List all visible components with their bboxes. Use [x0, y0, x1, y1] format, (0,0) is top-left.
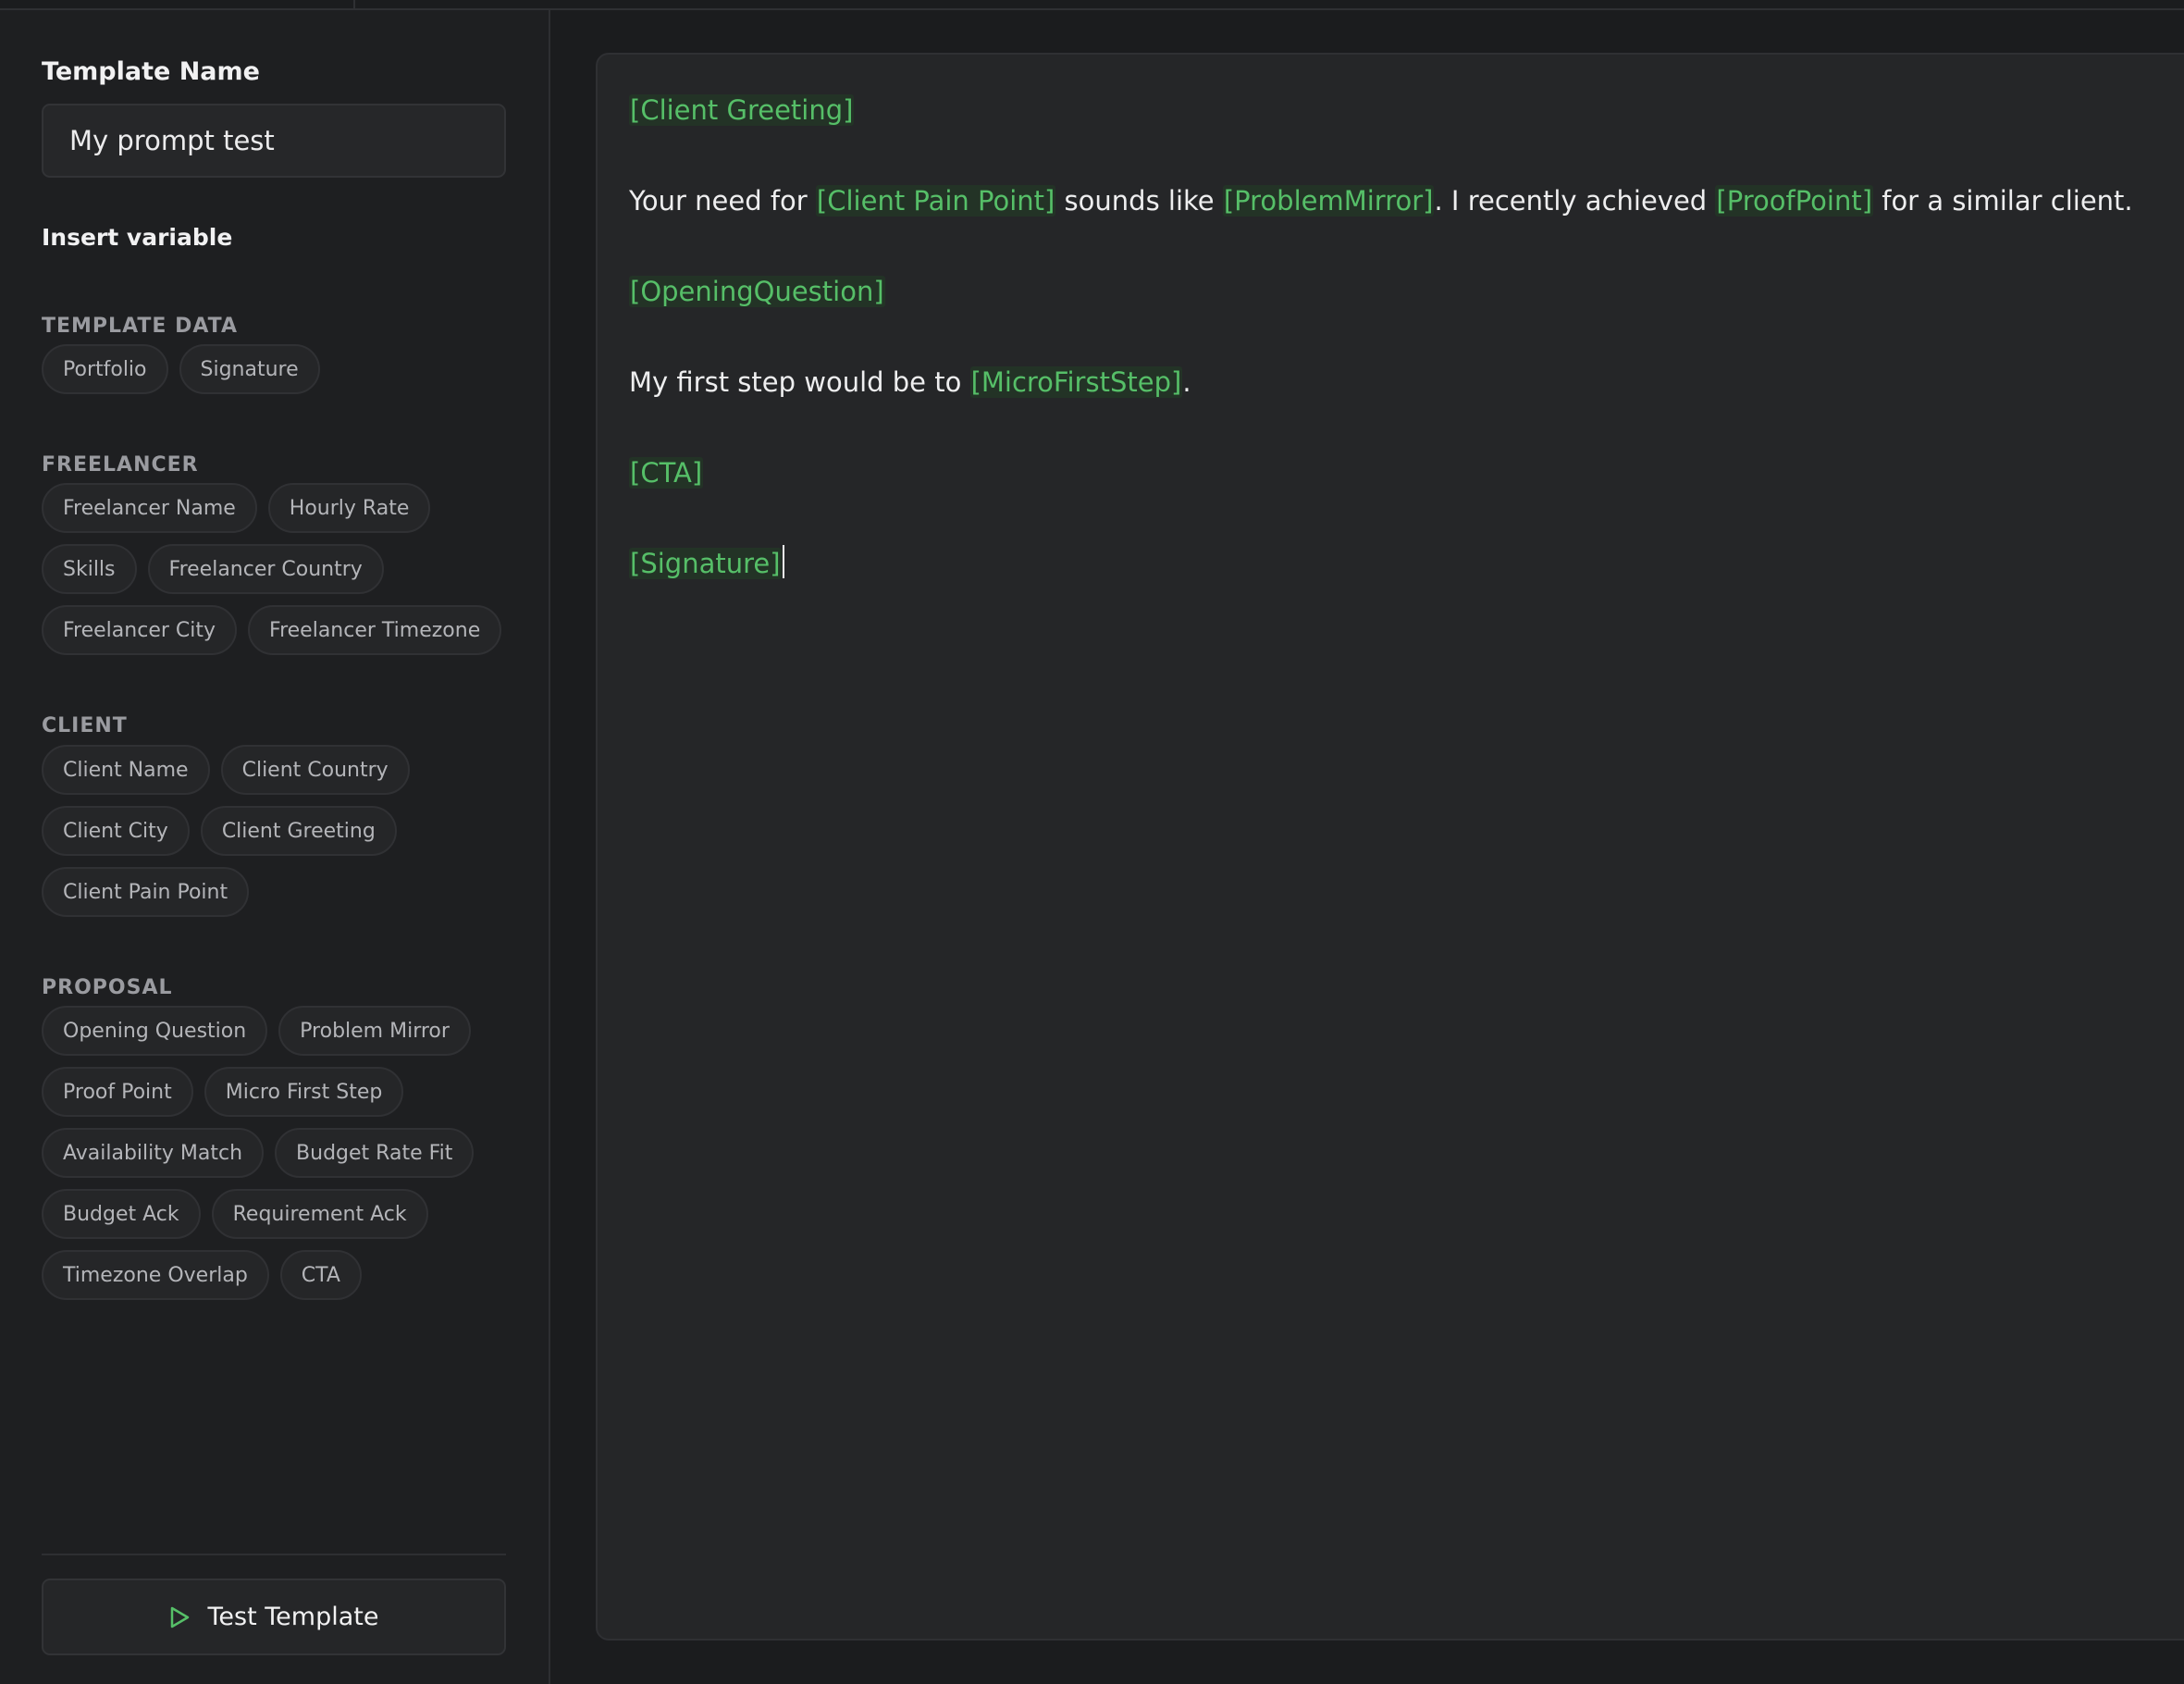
- group-title-freelancer: FREELANCER: [42, 453, 199, 477]
- variable-chip-signature[interactable]: Signature: [179, 344, 320, 394]
- chip-row: Opening Question Problem Mirror: [42, 1006, 471, 1056]
- variable-token: [Client Greeting]: [629, 94, 855, 126]
- editor-line[interactable]: [Client Greeting]: [629, 88, 2155, 132]
- top-bar: [0, 0, 2184, 10]
- variable-token: [ProofPoint]: [1715, 185, 1874, 217]
- variable-chip-skills[interactable]: Skills: [42, 544, 137, 594]
- variable-chip-client-country[interactable]: Client Country: [220, 745, 410, 795]
- play-icon: [169, 1606, 190, 1628]
- chip-row: Freelancer Name Hourly Rate: [42, 483, 431, 533]
- variable-chip-client-greeting[interactable]: Client Greeting: [200, 806, 397, 856]
- editor-text: Your need for: [629, 185, 816, 217]
- editor-line[interactable]: [Signature]: [629, 541, 2155, 586]
- variable-chip-client-pain-point[interactable]: Client Pain Point: [42, 867, 250, 917]
- test-template-label: Test Template: [207, 1603, 379, 1631]
- variable-chip-timezone-overlap[interactable]: Timezone Overlap: [42, 1250, 269, 1300]
- variable-chip-availability-match[interactable]: Availability Match: [42, 1128, 265, 1178]
- variable-chip-client-name[interactable]: Client Name: [42, 745, 210, 795]
- variable-chip-freelancer-timezone[interactable]: Freelancer Timezone: [248, 605, 502, 655]
- variable-token: [MicroFirstStep]: [969, 366, 1183, 398]
- chip-row: Client Pain Point: [42, 867, 250, 917]
- variable-token: [Signature]: [629, 548, 782, 579]
- editor-content[interactable]: [Client Greeting] Your need for [Client P…: [629, 88, 2155, 632]
- group-title-client: CLIENT: [42, 714, 128, 737]
- variable-chip-portfolio[interactable]: Portfolio: [42, 344, 168, 394]
- variable-chip-micro-first-step[interactable]: Micro First Step: [204, 1067, 404, 1117]
- variable-token: [Client Pain Point]: [815, 185, 1056, 217]
- chip-row: Budget Ack Requirement Ack: [42, 1189, 428, 1239]
- chip-row: Availability Match Budget Rate Fit: [42, 1128, 475, 1178]
- chip-row: Skills Freelancer Country: [42, 544, 384, 594]
- editor-line[interactable]: [CTA]: [629, 451, 2155, 495]
- variable-chip-freelancer-city[interactable]: Freelancer City: [42, 605, 238, 655]
- variable-chip-budget-ack[interactable]: Budget Ack: [42, 1189, 201, 1239]
- variable-chip-problem-mirror[interactable]: Problem Mirror: [278, 1006, 471, 1056]
- variable-chip-hourly-rate[interactable]: Hourly Rate: [267, 483, 431, 533]
- variable-chip-requirement-ack[interactable]: Requirement Ack: [211, 1189, 428, 1239]
- variable-token: [OpeningQuestion]: [629, 276, 885, 307]
- editor-line[interactable]: [OpeningQuestion]: [629, 269, 2155, 314]
- chip-row: Portfolio Signature: [42, 344, 320, 394]
- text-caret: [782, 545, 784, 578]
- variable-chip-client-city[interactable]: Client City: [42, 806, 190, 856]
- chip-row: Freelancer City Freelancer Timezone: [42, 605, 502, 655]
- variable-token: [ProblemMirror]: [1222, 185, 1435, 217]
- sidebar: Template Name Insert variable TEMPLATE D…: [0, 10, 550, 1684]
- template-name-input[interactable]: [42, 104, 506, 178]
- template-name-label: Template Name: [42, 57, 260, 86]
- template-editor[interactable]: [Client Greeting] Your need for [Client P…: [596, 53, 2184, 1641]
- chip-row: Client Name Client Country: [42, 745, 410, 795]
- chip-row: Proof Point Micro First Step: [42, 1067, 404, 1117]
- editor-text: . I recently achieved: [1434, 185, 1716, 217]
- editor-text: .: [1182, 366, 1191, 398]
- variable-chip-opening-question[interactable]: Opening Question: [42, 1006, 268, 1056]
- variable-chip-cta[interactable]: CTA: [279, 1250, 362, 1300]
- chip-row: Timezone Overlap CTA: [42, 1250, 362, 1300]
- insert-variable-label: Insert variable: [42, 224, 233, 251]
- editor-text: My first step would be to: [629, 366, 970, 398]
- variable-chip-freelancer-country[interactable]: Freelancer Country: [147, 544, 384, 594]
- variable-chip-freelancer-name[interactable]: Freelancer Name: [42, 483, 257, 533]
- variable-token: [CTA]: [629, 457, 704, 489]
- editor-line[interactable]: My first step would be to [MicroFirstSte…: [629, 360, 2155, 404]
- group-title-template-data: TEMPLATE DATA: [42, 315, 238, 338]
- editor-text: sounds like: [1055, 185, 1223, 217]
- group-title-proposal: PROPOSAL: [42, 976, 173, 999]
- sidebar-divider: [42, 1554, 506, 1555]
- editor-text: for a similar client.: [1873, 185, 2133, 217]
- test-template-button[interactable]: Test Template: [42, 1579, 506, 1655]
- editor-line[interactable]: Your need for [Client Pain Point] sounds…: [629, 179, 2155, 223]
- variable-chip-proof-point[interactable]: Proof Point: [42, 1067, 193, 1117]
- chip-row: Client City Client Greeting: [42, 806, 397, 856]
- top-bar-divider: [353, 0, 355, 8]
- variable-chip-budget-rate-fit[interactable]: Budget Rate Fit: [275, 1128, 475, 1178]
